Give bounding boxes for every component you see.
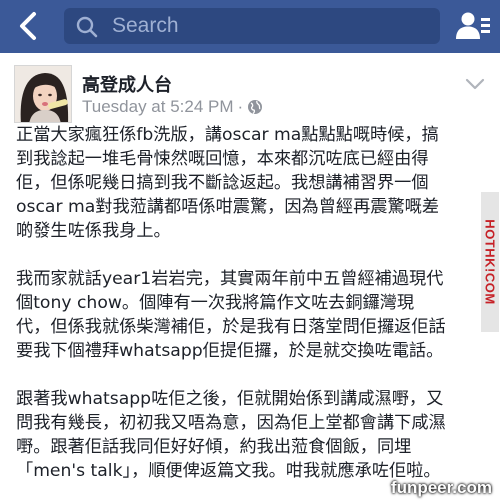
friend-requests-button[interactable] (455, 10, 491, 42)
meta-separator: · (237, 97, 244, 116)
post-author-name[interactable]: 高登成人台 (82, 71, 172, 97)
side-watermark-text: HOTHK!COM (482, 219, 498, 305)
back-button[interactable] (14, 10, 44, 42)
post-paragraph: 跟著我whatsapp咗佢之後，佢就開始係到講咸濕嘢，又 問我有幾長，初初我又唔… (16, 389, 446, 481)
bottom-watermark: funpeer.com (390, 478, 492, 497)
chevron-down-icon[interactable] (465, 77, 485, 91)
post-timestamp[interactable]: Tuesday at 5:24 PM (82, 97, 234, 116)
globe-icon (248, 100, 263, 115)
post-paragraph: 我而家就話year1岩岩完，其實兩年前中五曾經補過現代 個tony chow。個… (16, 269, 446, 361)
avatar[interactable] (14, 65, 72, 123)
post-meta: Tuesday at 5:24 PM · (82, 97, 263, 117)
friend-requests-icon (456, 12, 490, 39)
profile-photo (15, 66, 71, 122)
post-body: 正當大家瘋狂係fb洗版，講oscar ma點點點嘅時候，搞 到我諗起一堆毛骨悚然… (16, 123, 478, 501)
post-header: 高登成人台 Tuesday at 5:24 PM · (0, 53, 500, 123)
side-watermark: HOTHK!COM (481, 192, 499, 332)
post-paragraph: 正當大家瘋狂係fb洗版，講oscar ma點點點嘅時候，搞 到我諗起一堆毛骨悚然… (16, 125, 440, 241)
top-navigation-bar: Search (0, 0, 500, 53)
search-placeholder: Search (112, 14, 179, 37)
chevron-left-icon (20, 12, 36, 40)
search-input[interactable]: Search (64, 8, 440, 44)
magnifier-icon (76, 16, 98, 38)
